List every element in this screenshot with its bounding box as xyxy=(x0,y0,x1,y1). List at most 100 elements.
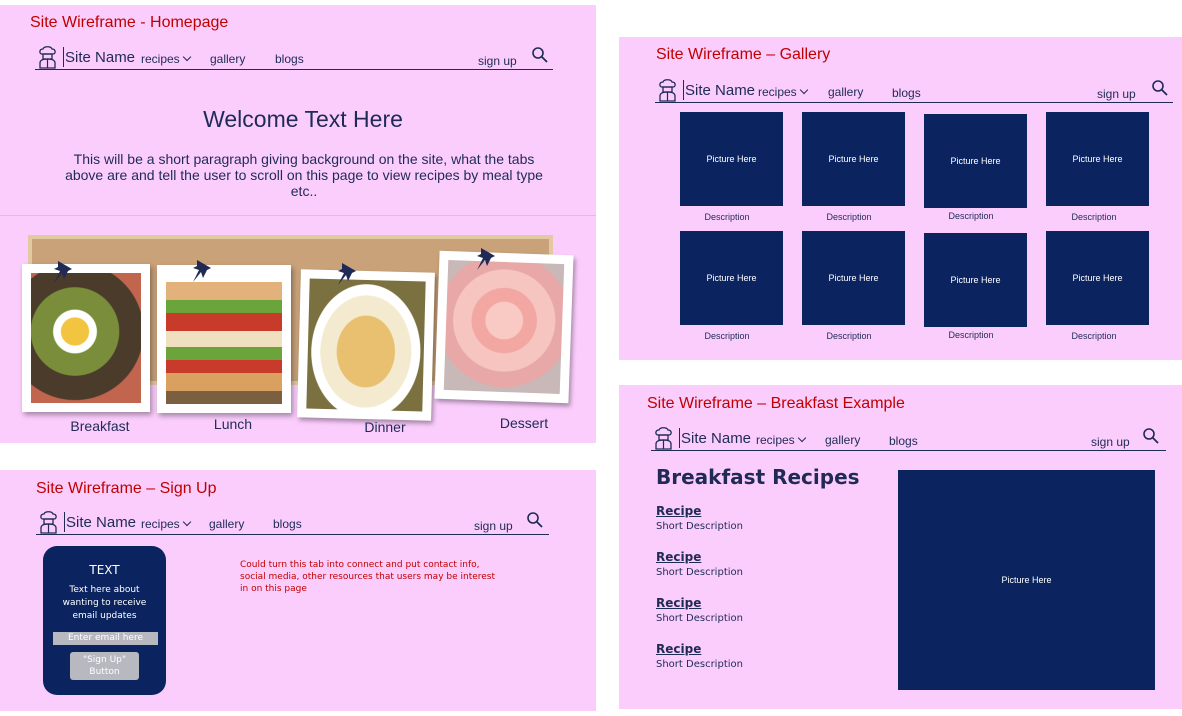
recipe-link[interactable]: Recipe xyxy=(656,550,701,564)
signup-wireframe-panel: Site Wireframe – Sign Up Site Name recip… xyxy=(0,470,596,711)
signup-card-heading: TEXT xyxy=(89,563,120,577)
meal-caption-dessert[interactable]: Dessert xyxy=(464,415,584,431)
chef-logo-icon xyxy=(659,79,676,102)
text-cursor xyxy=(63,47,64,67)
chef-logo-icon xyxy=(40,511,57,534)
text-cursor xyxy=(64,512,65,532)
lunch-photo-card[interactable] xyxy=(157,265,291,413)
nav-signup[interactable]: sign up xyxy=(1091,435,1130,449)
nav-recipes[interactable]: recipes xyxy=(141,52,191,66)
lunch-photo xyxy=(166,274,282,404)
nav-recipes-label: recipes xyxy=(141,517,180,531)
site-name[interactable]: Site Name xyxy=(66,514,136,531)
recipe-link[interactable]: Recipe xyxy=(656,504,701,518)
search-icon[interactable] xyxy=(526,511,544,529)
recipe-short-description: Short Description xyxy=(656,613,743,624)
nav-gallery[interactable]: gallery xyxy=(825,433,860,447)
nav-signup[interactable]: sign up xyxy=(478,54,517,68)
site-name[interactable]: Site Name xyxy=(681,430,751,447)
chevron-down-icon xyxy=(797,433,806,443)
welcome-paragraph: This will be a short paragraph giving ba… xyxy=(65,151,543,199)
nav-gallery[interactable]: gallery xyxy=(828,85,863,99)
gallery-picture[interactable]: Picture Here xyxy=(924,233,1027,327)
gallery-description: Description xyxy=(704,212,750,222)
nav-recipes[interactable]: recipes xyxy=(756,433,806,447)
meal-caption-lunch[interactable]: Lunch xyxy=(173,416,293,432)
nav-signup[interactable]: sign up xyxy=(1097,87,1136,101)
nav-blogs[interactable]: blogs xyxy=(275,52,304,66)
breakfast-photo-card[interactable] xyxy=(22,264,150,412)
welcome-heading: Welcome Text Here xyxy=(203,106,403,132)
breakfast-feature-picture[interactable]: Picture Here xyxy=(898,470,1155,690)
nav-gallery[interactable]: gallery xyxy=(210,52,245,66)
breakfast-panel-title: Site Wireframe – Breakfast Example xyxy=(647,395,905,412)
chevron-down-icon xyxy=(182,517,191,527)
chevron-down-icon xyxy=(799,85,808,95)
breakfast-photo xyxy=(31,273,141,403)
gallery-panel-title: Site Wireframe – Gallery xyxy=(656,46,831,63)
nav-recipes[interactable]: recipes xyxy=(141,517,191,531)
signup-card: TEXT Text here about wanting to receive … xyxy=(43,546,166,695)
homepage-navbar: Site Name recipes gallery blogs sign up xyxy=(35,46,553,70)
gallery-picture[interactable]: Picture Here xyxy=(680,231,783,325)
gallery-description: Description xyxy=(948,330,994,340)
nav-gallery[interactable]: gallery xyxy=(209,517,244,531)
gallery-description: Description xyxy=(1071,212,1117,222)
nav-recipes-label: recipes xyxy=(141,52,180,66)
meal-caption-breakfast[interactable]: Breakfast xyxy=(40,418,160,434)
nav-blogs[interactable]: blogs xyxy=(273,517,302,531)
site-name[interactable]: Site Name xyxy=(685,82,755,99)
text-cursor xyxy=(683,80,684,100)
gallery-picture[interactable]: Picture Here xyxy=(924,114,1027,208)
nav-blogs[interactable]: blogs xyxy=(892,86,921,100)
signup-note: Could turn this tab into connect and put… xyxy=(240,560,496,594)
chevron-down-icon xyxy=(182,52,191,62)
signup-card-body: Text here about wanting to receive email… xyxy=(62,585,147,621)
recipe-link[interactable]: Recipe xyxy=(656,596,701,610)
gallery-picture[interactable]: Picture Here xyxy=(1046,112,1149,206)
nav-recipes-label: recipes xyxy=(756,433,795,447)
site-name[interactable]: Site Name xyxy=(65,49,135,66)
search-icon[interactable] xyxy=(531,46,549,64)
breakfast-wireframe-panel: Site Wireframe – Breakfast Example Site … xyxy=(619,385,1182,709)
recipe-short-description: Short Description xyxy=(656,659,743,670)
pushpin-icon xyxy=(193,260,211,282)
chef-logo-icon xyxy=(39,46,56,69)
signup-button[interactable]: "Sign Up" Button xyxy=(70,652,139,680)
gallery-description: Description xyxy=(826,212,872,222)
gallery-description: Description xyxy=(1071,331,1117,341)
recipe-short-description: Short Description xyxy=(656,521,743,532)
recipe-link[interactable]: Recipe xyxy=(656,642,701,656)
gallery-description: Description xyxy=(826,331,872,341)
breakfast-recipes-heading: Breakfast Recipes xyxy=(656,465,860,489)
gallery-picture[interactable]: Picture Here xyxy=(680,112,783,206)
text-cursor xyxy=(679,428,680,448)
gallery-navbar: Site Name recipes gallery blogs sign up xyxy=(655,79,1173,103)
chef-logo-icon xyxy=(655,427,672,450)
pushpin-icon xyxy=(338,263,356,285)
meal-caption-dinner[interactable]: Dinner xyxy=(325,419,445,435)
dessert-photo-card[interactable] xyxy=(434,250,574,404)
email-field[interactable]: Enter email here xyxy=(53,632,158,645)
gallery-picture[interactable]: Picture Here xyxy=(802,231,905,325)
gallery-picture[interactable]: Picture Here xyxy=(1046,231,1149,325)
gallery-wireframe-panel: Site Wireframe – Gallery Site Name recip… xyxy=(619,37,1182,360)
recipe-short-description: Short Description xyxy=(656,567,743,578)
dinner-photo xyxy=(306,278,426,412)
pushpin-icon xyxy=(477,248,495,270)
gallery-description: Description xyxy=(948,211,994,221)
nav-recipes[interactable]: recipes xyxy=(758,85,808,99)
nav-blogs[interactable]: blogs xyxy=(889,434,918,448)
homepage-panel-title: Site Wireframe - Homepage xyxy=(30,14,229,31)
nav-signup[interactable]: sign up xyxy=(474,519,513,533)
dinner-photo-card[interactable] xyxy=(297,269,435,421)
dessert-photo xyxy=(443,260,565,394)
search-icon[interactable] xyxy=(1151,79,1169,97)
search-icon[interactable] xyxy=(1142,427,1160,445)
signup-navbar: Site Name recipes gallery blogs sign up xyxy=(36,511,549,535)
homepage-divider xyxy=(0,215,596,216)
gallery-description: Description xyxy=(704,331,750,341)
signup-panel-title: Site Wireframe – Sign Up xyxy=(36,480,217,497)
homepage-wireframe-panel: Site Wireframe - Homepage Site Name reci… xyxy=(0,5,596,443)
gallery-picture[interactable]: Picture Here xyxy=(802,112,905,206)
